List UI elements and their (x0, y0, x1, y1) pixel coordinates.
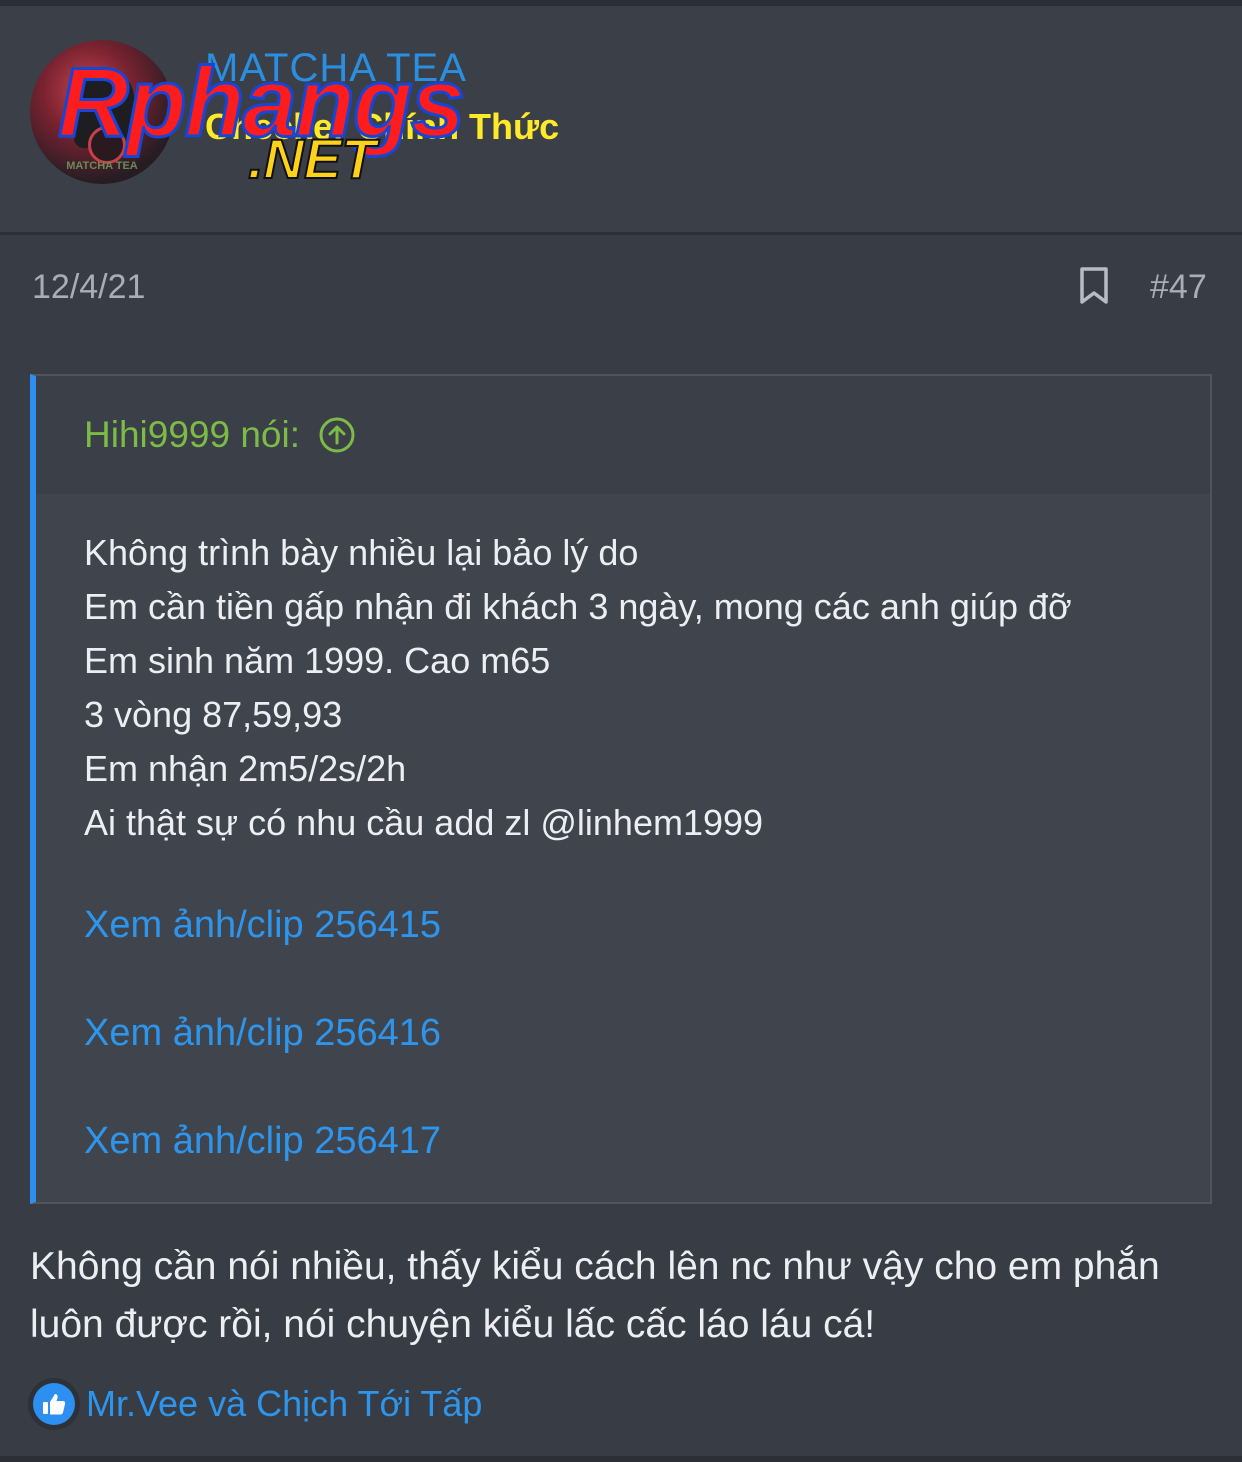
watermark-line2: .NET (247, 126, 377, 191)
quote-line: 3 vòng 87,59,93 (84, 694, 343, 735)
quote-line: Em cần tiền gấp nhận đi khách 3 ngày, mo… (84, 586, 1072, 627)
watermark-logo: Rphangs .NET (50, 46, 470, 196)
reactions-bar[interactable]: Mr.Vee và Chịch Tới Tấp (28, 1378, 482, 1430)
media-link[interactable]: Xem ảnh/clip 256416 (84, 1012, 441, 1055)
quote-body: Không trình bày nhiều lại bảo lý do Em c… (84, 526, 1072, 850)
quote-line: Ai thật sự có nhu cầu add zl @linhem1999 (84, 802, 764, 843)
quote-author-link[interactable]: Hihi9999 nói: (84, 414, 356, 456)
quote-header: Hihi9999 nói: (36, 376, 1210, 494)
quote-author-label: Hihi9999 nói: (84, 414, 300, 455)
bookmark-icon[interactable] (1078, 266, 1110, 306)
reply-text: Không cần nói nhiều, thấy kiểu cách lên … (30, 1245, 1160, 1346)
reaction-users[interactable]: Mr.Vee và Chịch Tới Tấp (86, 1383, 482, 1425)
quote-line: Em nhận 2m5/2s/2h (84, 748, 407, 789)
post-date[interactable]: 12/4/21 (32, 268, 145, 307)
post-meta: 12/4/21 #47 (0, 232, 1242, 352)
post-number[interactable]: #47 (1150, 268, 1207, 307)
media-link[interactable]: Xem ảnh/clip 256417 (84, 1120, 441, 1163)
thumbs-up-icon (28, 1378, 80, 1430)
quote-line: Em sinh năm 1999. Cao m65 (84, 640, 551, 681)
quote-block: Hihi9999 nói: Không trình bày nhiều lại … (30, 374, 1212, 1204)
post-header: MATCHA TEA MATCHA TEA Checker Chính Thức… (0, 6, 1242, 235)
arrow-up-circle-icon (319, 417, 355, 453)
quote-line: Không trình bày nhiều lại bảo lý do (84, 532, 639, 573)
divider (0, 1456, 1242, 1462)
media-link[interactable]: Xem ảnh/clip 256415 (84, 904, 441, 947)
